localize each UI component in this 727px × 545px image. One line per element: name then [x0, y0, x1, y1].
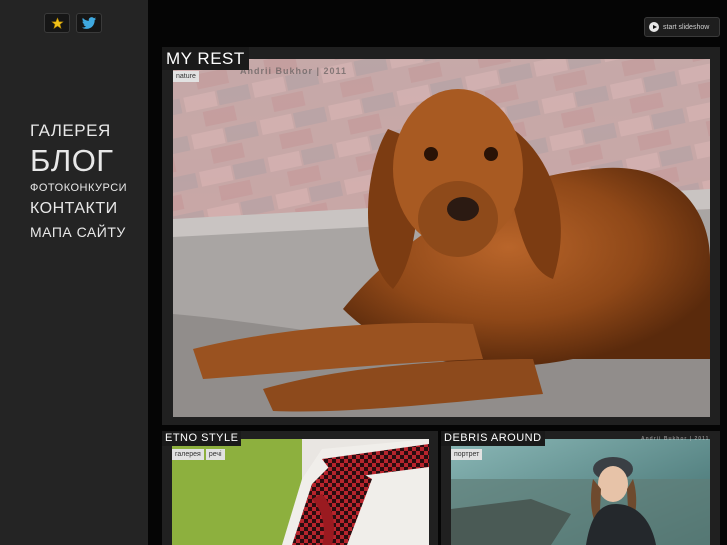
favorites-button[interactable] — [44, 13, 70, 33]
start-slideshow-button[interactable]: start slideshow — [644, 17, 720, 37]
tag[interactable]: галерея — [172, 449, 204, 460]
post-tags: nature — [173, 71, 199, 82]
post-etno-style: ETNO STYLE галерея речі — [162, 431, 438, 545]
photo-watermark: Andrii Bukhor | 2011 — [641, 436, 710, 442]
nav-item-gallery[interactable]: ГАЛЕРЕЯ — [30, 122, 127, 139]
slideshow-label: start slideshow — [663, 23, 710, 31]
post-photo[interactable] — [451, 439, 710, 545]
post-tags: галерея речі — [172, 449, 225, 460]
post-tags: портрет — [451, 449, 483, 460]
main-nav: ГАЛЕРЕЯ БЛОГ ФОТОКОНКУРСИ КОНТАКТИ МАПА … — [30, 122, 127, 239]
twitter-button[interactable] — [76, 13, 102, 33]
tag[interactable]: nature — [173, 71, 199, 82]
post-debris-around: DEBRIS AROUND портрет Andrii Bukhor | 20… — [441, 431, 720, 545]
post-title[interactable]: ETNO STYLE — [162, 431, 242, 446]
sidebar: ГАЛЕРЕЯ БЛОГ ФОТОКОНКУРСИ КОНТАКТИ МАПА … — [0, 0, 148, 545]
post-title[interactable]: MY REST — [162, 47, 249, 70]
post-title[interactable]: DEBRIS AROUND — [441, 431, 545, 446]
twitter-bird-icon — [81, 16, 97, 29]
dog-photo — [173, 59, 710, 417]
tag[interactable]: речі — [205, 449, 225, 460]
tag[interactable]: портрет — [451, 449, 483, 460]
star-icon — [50, 16, 64, 29]
nav-item-contacts[interactable]: КОНТАКТИ — [30, 201, 127, 217]
photo-watermark: Andrii Bukhor | 2011 — [240, 66, 348, 76]
portrait-photo — [451, 439, 710, 545]
nav-item-photo-contests[interactable]: ФОТОКОНКУРСИ — [30, 183, 127, 194]
post-my-rest: MY REST nature Andrii Bukhor | 2011 — [162, 47, 720, 425]
nav-item-sitemap[interactable]: МАПА САЙТУ — [30, 225, 127, 239]
play-icon — [649, 22, 659, 32]
nav-item-blog[interactable]: БЛОГ — [30, 145, 127, 176]
post-photo[interactable] — [173, 59, 710, 417]
